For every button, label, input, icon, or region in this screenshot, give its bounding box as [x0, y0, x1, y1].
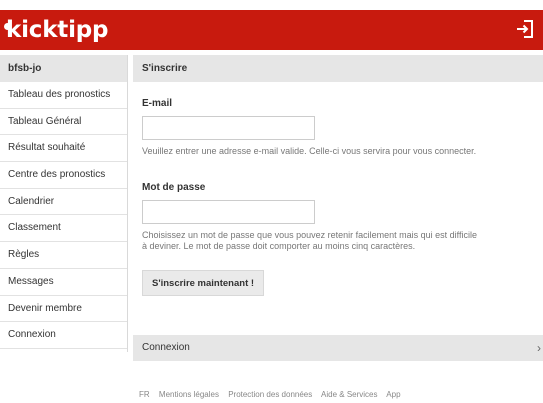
- connexion-panel-toggle[interactable]: Connexion ›: [133, 335, 543, 361]
- section-title: S'inscrire: [133, 55, 543, 82]
- footer-link-privacy[interactable]: Protection des données: [228, 390, 312, 399]
- sidebar-item-centre-des-pronostics[interactable]: Centre des pronostics: [0, 162, 127, 189]
- sidebar-divider: [127, 55, 128, 352]
- password-label: Mot de passe: [142, 182, 206, 193]
- footer-link-app[interactable]: App: [386, 390, 400, 399]
- login-arrow-icon[interactable]: [515, 19, 535, 39]
- kicktipp-logo[interactable]: kicktipp: [6, 13, 109, 47]
- top-bar: kicktipp: [0, 10, 543, 50]
- footer-link-help[interactable]: Aide & Services: [321, 390, 377, 399]
- page: kicktipp bfsb-jo Tableau des pronostics …: [0, 0, 543, 403]
- sidebar-item-tableau-des-pronostics[interactable]: Tableau des pronostics: [0, 82, 127, 109]
- signup-form: E-mail Veuillez entrer une adresse e-mai…: [133, 98, 543, 296]
- password-field[interactable]: [142, 200, 315, 224]
- chevron-right-icon: ›: [537, 341, 541, 355]
- sidebar-item-tableau-general[interactable]: Tableau Général: [0, 108, 127, 136]
- sidebar-item-classement[interactable]: Classement: [0, 215, 127, 243]
- main-content: S'inscrire E-mail Veuillez entrer une ad…: [133, 55, 543, 296]
- email-label: E-mail: [142, 98, 173, 109]
- sidebar-item-resultat-souhaite[interactable]: Résultat souhaité: [0, 135, 127, 163]
- sidebar-item-messages[interactable]: Messages: [0, 268, 127, 296]
- footer-link-language[interactable]: FR: [139, 390, 150, 399]
- sidebar-group-title[interactable]: bfsb-jo: [0, 55, 127, 82]
- signup-button[interactable]: S'inscrire maintenant !: [142, 270, 265, 296]
- connexion-panel-label: Connexion: [142, 342, 190, 353]
- email-field[interactable]: [142, 116, 315, 140]
- sidebar-item-connexion[interactable]: Connexion: [0, 322, 127, 349]
- email-hint: Veuillez entrer une adresse e-mail valid…: [142, 146, 477, 156]
- sidebar-item-devenir-membre[interactable]: Devenir membre: [0, 295, 127, 323]
- sidebar: bfsb-jo Tableau des pronostics Tableau G…: [0, 55, 127, 349]
- footer: FR Mentions légales Protection des donné…: [139, 390, 408, 399]
- sidebar-item-calendrier[interactable]: Calendrier: [0, 188, 127, 216]
- sidebar-item-regles[interactable]: Règles: [0, 242, 127, 269]
- footer-link-legal[interactable]: Mentions légales: [159, 390, 219, 399]
- password-hint: Choisissez un mot de passe que vous pouv…: [142, 230, 478, 251]
